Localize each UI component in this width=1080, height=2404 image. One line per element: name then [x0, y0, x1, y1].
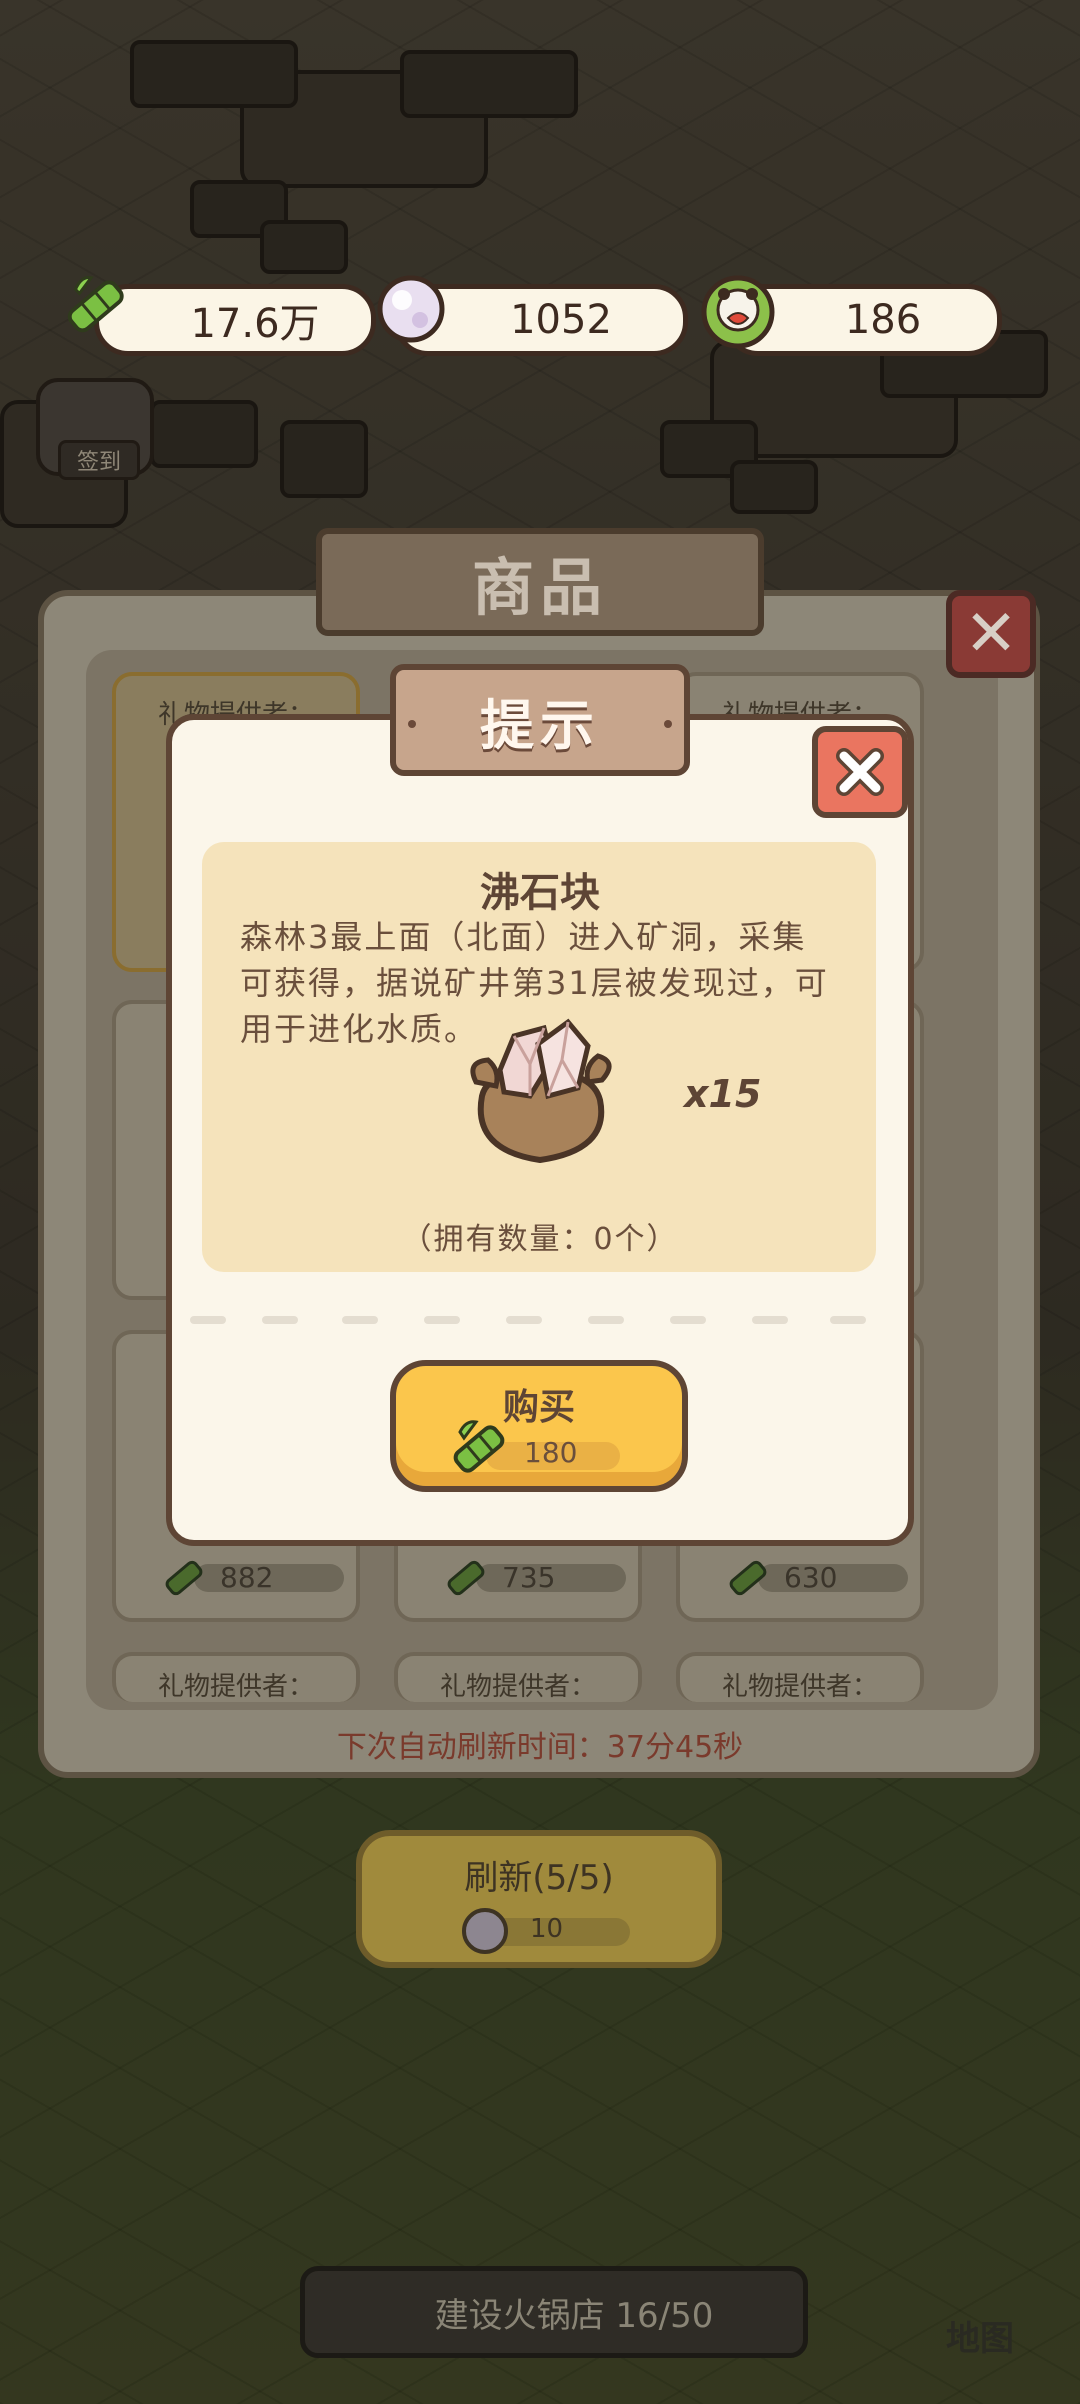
price-value: 630: [784, 1561, 838, 1594]
item-name: 沸石块: [480, 870, 600, 916]
shop-title-plate: 商品: [316, 528, 764, 636]
shop-price-row: 630: [724, 1558, 924, 1598]
refresh-countdown: 下次自动刷新时间：37分45秒: [336, 1730, 744, 1765]
shop-card[interactable]: 礼物提供者：: [112, 1652, 360, 1702]
divider: [262, 1316, 298, 1324]
map-button[interactable]: 地图: [920, 2290, 1040, 2360]
sign-in-label: 签到: [58, 440, 140, 480]
price-value: 882: [220, 1561, 274, 1594]
shop-title: 商品: [471, 551, 608, 624]
bamboo-icon: [67, 276, 124, 333]
sign-in-button[interactable]: 签到: [36, 378, 154, 480]
refresh-button[interactable]: 刷新(5/5) 10: [356, 1830, 722, 1968]
divider: [424, 1316, 460, 1324]
shop-price-row: 735: [442, 1558, 642, 1598]
divider: [506, 1316, 542, 1324]
shop-close-button[interactable]: ✕: [946, 590, 1036, 678]
buy-cost-value: 180: [524, 1436, 578, 1469]
shop-card[interactable]: 礼物提供者：: [676, 1652, 924, 1702]
dialog-title-plate: 提示: [390, 664, 690, 776]
buy-button[interactable]: 购买 180: [390, 1360, 688, 1492]
close-icon: [836, 748, 884, 796]
shop-card[interactable]: 礼物提供者：: [394, 1652, 642, 1702]
build-progress-bar[interactable]: 建设火锅店 16/50: [300, 2266, 808, 2358]
dialog-close-button[interactable]: [812, 726, 908, 818]
bamboo-icon: [729, 1560, 767, 1596]
gift-provider-label: 礼物提供者：: [157, 1672, 314, 1702]
pearl-icon: [377, 275, 445, 343]
divider: [588, 1316, 624, 1324]
bamboo-icon: [447, 1560, 485, 1596]
bamboo-currency: 17.6万: [94, 284, 376, 356]
map-label: 地图: [946, 2319, 1014, 2359]
divider: [342, 1316, 378, 1324]
bamboo-icon: [165, 1560, 203, 1596]
build-progress-label: 建设火锅店 16/50: [434, 2295, 714, 2336]
gift-provider-label: 礼物提供者：: [721, 1672, 878, 1702]
shop-price-row: 882: [160, 1558, 360, 1598]
pearl-icon: [462, 1908, 508, 1954]
divider: [190, 1316, 226, 1324]
gift-provider-label: 礼物提供者：: [439, 1672, 596, 1702]
divider: [752, 1316, 788, 1324]
bamboo-amount: 17.6万: [190, 301, 320, 347]
divider: [830, 1316, 866, 1324]
dialog-title: 提示: [480, 693, 600, 757]
divider: [670, 1316, 706, 1324]
panda-token-icon: [701, 275, 775, 349]
refresh-label: 刷新(5/5): [464, 1858, 614, 1898]
item-quantity: x15: [684, 1072, 762, 1116]
zeolite-stone-icon: [470, 1018, 612, 1164]
bamboo-icon: [453, 1420, 505, 1473]
refresh-cost-value: 10: [530, 1914, 564, 1944]
owned-count: （拥有数量：0个）: [401, 1222, 679, 1257]
buy-label: 购买: [502, 1387, 575, 1428]
price-value: 735: [502, 1561, 556, 1594]
refresh-cost: 10: [462, 1908, 630, 1954]
